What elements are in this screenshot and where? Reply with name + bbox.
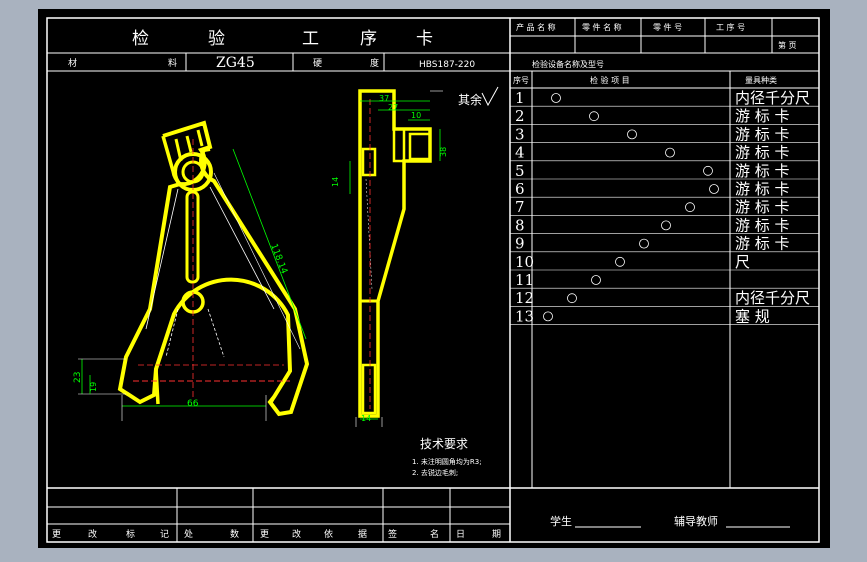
footer-label: 签 <box>388 528 397 540</box>
row-number: 11 <box>515 271 534 289</box>
row-tool: 游 标 卡 <box>735 216 790 234</box>
col-tool-header: 量具种类 <box>745 75 777 85</box>
row-tool: 游 标 卡 <box>735 235 790 253</box>
row-number: 12 <box>515 289 534 307</box>
inspection-rows: 1 内径千分尺 2 游 标 卡 3 游 标 卡 4 游 标 卡 5 游 标 卡 6 游 标 卡 7 游 标… <box>510 89 819 325</box>
footer-label: 处 <box>184 528 193 540</box>
dim-slot-width: 10 <box>411 111 421 120</box>
item-bubble <box>589 111 599 122</box>
row-number: 6 <box>515 180 525 198</box>
dim-hole: 14 <box>331 177 340 187</box>
part-no-label: 零 件 号 <box>653 22 682 32</box>
row-number: 2 <box>515 107 525 125</box>
hardness-label: 硬 <box>313 58 322 69</box>
row-tool: 游 标 卡 <box>735 162 790 180</box>
footer-label: 改 <box>88 528 97 540</box>
footer-label: 名 <box>430 528 439 540</box>
row-number: 7 <box>515 198 525 216</box>
dim-mid-width: 27 <box>388 103 398 112</box>
process-no-label: 工 序 号 <box>716 22 745 32</box>
teacher-label: 辅导教师 <box>674 514 718 528</box>
footer-label: 更 <box>52 529 61 540</box>
item-bubble <box>543 311 553 322</box>
item-bubble <box>665 147 675 158</box>
footer-label: 记 <box>160 529 169 540</box>
footer-label: 据 <box>358 528 367 540</box>
item-bubble <box>709 184 719 194</box>
title-char: 工 <box>302 29 319 49</box>
tech-title: 技术要求 <box>420 437 468 451</box>
footer-labels: 更改标记处数更改依据签名日期 <box>52 528 501 540</box>
title-char: 检 <box>132 29 149 49</box>
col-no-header: 序号 <box>513 75 529 85</box>
footer-label: 期 <box>492 529 501 540</box>
footer-label: 数 <box>230 528 239 540</box>
fork-side-view <box>358 89 432 418</box>
title-char: 序 <box>360 29 377 49</box>
dim-top-width: 37 <box>379 94 389 103</box>
equipment-label: 检验设备名称及型号 <box>532 59 604 69</box>
row-number: 9 <box>515 235 525 253</box>
part-name-label: 零 件 名 称 <box>582 22 622 32</box>
page-label: 第 页 <box>778 40 797 50</box>
title-char: 卡 <box>416 29 433 49</box>
inspection-card-frame: 检 验 工 序 卡 产 品 名 称 零 件 名 称 零 件 号 工 序 号 第 … <box>38 9 830 548</box>
material-label: 材 <box>68 57 77 69</box>
dim-slot-depth: 38 <box>439 147 448 157</box>
footer-label: 改 <box>292 528 301 540</box>
row-number: 8 <box>515 216 525 234</box>
row-number: 5 <box>515 162 525 180</box>
item-bubble <box>591 275 601 285</box>
material-label: 料 <box>168 57 177 69</box>
row-number: 4 <box>515 144 525 162</box>
row-tool: 游 标 卡 <box>735 107 790 125</box>
row-tool: 塞 规 <box>735 307 770 325</box>
item-bubble <box>685 202 695 213</box>
footer-label: 依 <box>324 528 333 540</box>
row-number: 3 <box>515 125 525 143</box>
student-label: 学生 <box>550 514 572 528</box>
dim-base-width: 14 <box>361 414 371 423</box>
material-value: ZG45 <box>216 55 255 71</box>
hardness-value: HBS187-220 <box>419 60 475 70</box>
row-number: 1 <box>515 89 525 107</box>
roughness-icon <box>481 86 499 107</box>
footer-label: 标 <box>126 528 135 540</box>
dim-width: 66 <box>187 399 199 409</box>
item-bubble <box>703 165 713 176</box>
row-number: 13 <box>515 307 534 325</box>
title-char: 验 <box>208 29 225 49</box>
item-bubble <box>639 238 649 249</box>
item-bubble <box>551 93 561 103</box>
row-tool: 内径千分尺 <box>735 89 810 107</box>
tech-note: 2. 去锐边毛刺; <box>412 468 458 477</box>
tech-note: 1. 未注明圆角均为R3; <box>412 457 482 466</box>
footer-label: 更 <box>260 529 269 540</box>
item-bubble <box>627 129 637 140</box>
row-tool: 尺 <box>735 253 750 271</box>
row-tool: 游 标 卡 <box>735 198 790 216</box>
item-bubble <box>615 256 625 267</box>
item-bubble <box>567 293 577 304</box>
col-item-header: 检 验 项 目 <box>590 75 630 85</box>
row-tool: 游 标 卡 <box>735 144 790 162</box>
row-tool: 游 标 卡 <box>735 180 790 198</box>
hardness-label: 度 <box>370 57 379 69</box>
dim-height-small: 19 <box>89 382 98 392</box>
item-bubble <box>661 220 671 231</box>
row-tool: 内径千分尺 <box>735 289 810 307</box>
roughness-note: 其余 <box>458 92 482 107</box>
product-name-label: 产 品 名 称 <box>516 22 556 32</box>
row-tool: 游 标 卡 <box>735 125 790 143</box>
drawing-canvas: 检 验 工 序 卡 产 品 名 称 零 件 名 称 零 件 号 工 序 号 第 … <box>46 17 820 543</box>
dim-height: 23 <box>73 372 83 383</box>
row-number: 10 <box>515 253 534 271</box>
footer-label: 日 <box>456 529 465 540</box>
